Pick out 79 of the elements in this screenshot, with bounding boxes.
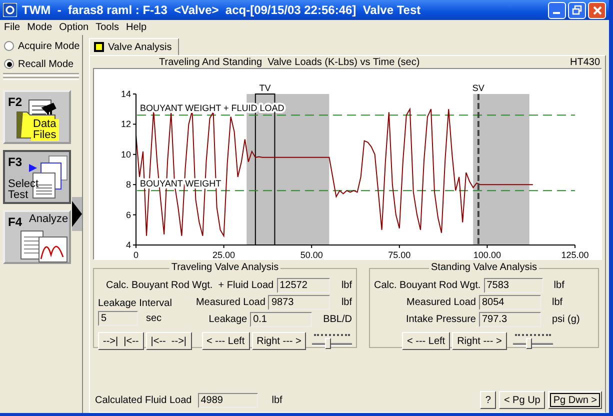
navigation-button[interactable]: |<-- -->| xyxy=(146,332,192,350)
unit-label: lbf xyxy=(341,297,352,308)
square-icon xyxy=(94,42,104,52)
unit-label: lbf xyxy=(552,297,564,308)
restore-icon xyxy=(572,5,582,15)
value-field[interactable]: 797.3 xyxy=(479,312,541,327)
menu-item[interactable]: Mode xyxy=(25,22,58,33)
navigation-button[interactable]: -->| |<-- xyxy=(98,332,144,350)
page-button[interactable]: ? xyxy=(480,391,496,409)
page-button[interactable]: < Pg Up xyxy=(498,391,546,409)
field-label: Leakage Interval xyxy=(98,298,173,309)
y-tick-label: 4 xyxy=(126,240,131,250)
group-title: Standing Valve Analysis xyxy=(429,262,539,273)
slider-thumb[interactable] xyxy=(325,338,332,349)
well-code: HT430 xyxy=(570,56,601,68)
x-tick-label: 25.00 xyxy=(212,250,236,259)
y-tick-label: 14 xyxy=(120,89,131,99)
value-field[interactable]: 0.1 xyxy=(250,312,312,327)
field-label: Intake Pressure xyxy=(406,314,476,325)
x-tick-label: 50.00 xyxy=(300,250,323,259)
close-button[interactable] xyxy=(588,2,606,18)
unit-label: lbf xyxy=(554,280,566,291)
restore-button[interactable] xyxy=(568,2,586,18)
menu-item[interactable]: Tools xyxy=(94,22,124,33)
window-title: TWM - faras8 raml : F-13 <Valve> acq-[09/15/03 22:56:46] Valve Test xyxy=(22,3,422,17)
navigation-button[interactable]: Right --- > xyxy=(252,332,306,350)
value-field[interactable]: 12572 xyxy=(276,278,330,293)
x-tick-label: 100.00 xyxy=(473,250,501,259)
slider[interactable] xyxy=(512,332,553,350)
unit-label: lbf xyxy=(341,280,352,291)
value-field[interactable]: 5 xyxy=(98,311,138,326)
menu-item[interactable]: Help xyxy=(124,22,152,33)
expand-arrow-icon xyxy=(72,201,82,227)
minimize-button[interactable] xyxy=(548,2,566,18)
navigation-button[interactable]: < --- Left xyxy=(402,332,450,350)
unit-label: sec xyxy=(146,313,162,324)
menu-item[interactable]: Option xyxy=(57,22,94,33)
close-icon xyxy=(592,6,602,14)
mode-label[interactable]: Recall Mode xyxy=(18,58,74,70)
radio-button[interactable] xyxy=(4,59,14,69)
field-label: Calc. Bouyant Rod Wgt. + Fluid Load xyxy=(106,280,274,291)
field-label: Calc. Bouyant Rod Wgt. xyxy=(374,280,481,291)
x-tick-label: 0 xyxy=(134,250,138,259)
app-logo-icon xyxy=(3,3,17,17)
page-button[interactable]: Pg Dwn > xyxy=(548,391,602,409)
function-key-button[interactable]: F2 Data Files xyxy=(3,90,71,144)
value-field[interactable]: 4989 xyxy=(198,392,258,408)
y-tick-label: 12 xyxy=(120,119,131,130)
field-label: Measured Load xyxy=(406,297,476,308)
x-tick-label: 75.00 xyxy=(388,250,411,259)
unit-label: BBL/D xyxy=(323,314,352,325)
field-label: Calculated Fluid Load xyxy=(95,394,192,406)
value-field[interactable]: 7583 xyxy=(484,278,543,293)
y-tick-label: 8 xyxy=(126,180,131,190)
marker-label: TV xyxy=(259,83,271,93)
value-field[interactable]: 9873 xyxy=(268,295,330,310)
slider[interactable] xyxy=(312,332,352,350)
field-label: Measured Load xyxy=(196,297,266,308)
marker-line[interactable] xyxy=(477,94,480,245)
chart-title: Traveling And Standing Valve Loads (K-Lbs) vs Time (sec) xyxy=(159,56,421,68)
unit-label: lbf xyxy=(272,394,282,406)
function-key-button[interactable]: F3 Select Test xyxy=(3,150,71,204)
navigation-button[interactable]: Right --- > xyxy=(452,332,507,350)
navigation-button[interactable]: < --- Left xyxy=(202,332,250,350)
group-title: Traveling Valve Analysis xyxy=(169,262,281,273)
radio-button[interactable] xyxy=(4,41,14,51)
value-field[interactable]: 8054 xyxy=(479,295,541,310)
menu-item[interactable]: File xyxy=(2,22,26,33)
y-tick-label: 6 xyxy=(126,210,131,220)
tab[interactable]: Valve Analysis xyxy=(89,38,179,55)
function-key-button[interactable]: F4 Analyze xyxy=(3,210,71,264)
slider-thumb[interactable] xyxy=(526,338,532,349)
y-tick-label: 10 xyxy=(120,149,131,160)
marker-label: SV xyxy=(472,83,484,93)
unit-label: psi (g) xyxy=(552,314,581,325)
x-tick-label: 125.00 xyxy=(561,250,589,259)
chart-documents-icon xyxy=(19,229,69,263)
mode-label[interactable]: Acquire Mode xyxy=(18,40,80,52)
field-label: Leakage xyxy=(208,314,248,325)
